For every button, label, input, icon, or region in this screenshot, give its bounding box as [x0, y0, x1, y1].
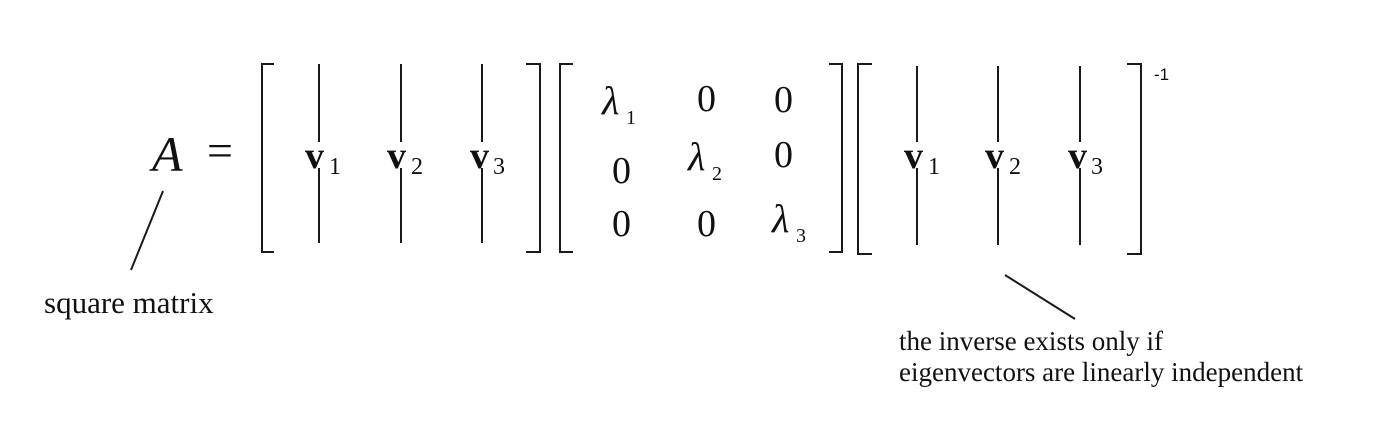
- eigenvector-column-3: v 3: [470, 64, 505, 243]
- matrix-entry-zero: 0: [697, 203, 716, 245]
- right-bracket: [1127, 63, 1142, 255]
- eigendecomposition-diagram: A = v 1 v 2 v 3 λ 1 0 0 0 λ 2 0 0 0 λ 3 …: [44, 63, 1304, 387]
- left-bracket: [857, 63, 872, 255]
- inverse-note-line-2: eigenvectors are linearly independent: [899, 357, 1304, 387]
- matrix-entry-zero: 0: [774, 134, 793, 176]
- vector-symbol: v: [904, 135, 923, 177]
- right-bracket: [526, 63, 541, 253]
- lambda-3: λ: [771, 196, 789, 241]
- inverse-column-2: v 2: [985, 66, 1021, 245]
- eigenvalue-matrix: λ 1 0 0 0 λ 2 0 0 0 λ 3: [559, 63, 843, 253]
- inverse-note-pointer: [1004, 274, 1076, 320]
- lambda-3-subscript: 3: [796, 225, 806, 247]
- eigenvector-column-1: v 1: [305, 64, 341, 243]
- inverse-column-1: v 1: [904, 66, 940, 245]
- matrix-entry-zero: 0: [612, 203, 631, 245]
- square-matrix-label: square matrix: [44, 285, 214, 320]
- lambda-1-subscript: 1: [626, 107, 636, 129]
- vector-subscript: 1: [329, 154, 341, 180]
- eigenvector-column-2: v 2: [387, 64, 423, 243]
- vector-subscript: 2: [411, 154, 423, 180]
- matrix-entry-zero: 0: [697, 78, 716, 120]
- vector-subscript: 2: [1009, 154, 1021, 180]
- vector-symbol: v: [1068, 135, 1087, 177]
- lambda-1: λ: [601, 78, 619, 123]
- vector-subscript: 3: [1091, 154, 1103, 180]
- matrix-entry-zero: 0: [612, 150, 631, 192]
- vector-symbol: v: [305, 135, 324, 177]
- vector-subscript: 3: [493, 154, 505, 180]
- left-bracket: [559, 63, 573, 253]
- vector-subscript: 1: [928, 154, 940, 180]
- vector-symbol: v: [387, 135, 406, 177]
- left-bracket: [261, 63, 274, 253]
- lambda-2-subscript: 2: [712, 163, 722, 185]
- inverse-note-line-1: the inverse exists only if: [899, 326, 1163, 356]
- equals-sign: =: [207, 125, 233, 176]
- inverse-exponent: -1: [1154, 65, 1169, 84]
- matrix-entry-zero: 0: [774, 79, 793, 121]
- lambda-2: λ: [687, 134, 705, 179]
- inverse-column-3: v 3: [1068, 66, 1103, 245]
- matrix-a-symbol: A: [149, 126, 183, 182]
- vector-symbol: v: [470, 135, 489, 177]
- square-matrix-pointer: [130, 190, 164, 271]
- inverse-eigenvector-matrix: v 1 v 2 v 3 -1: [857, 63, 1169, 255]
- eigenvector-matrix: v 1 v 2 v 3: [261, 63, 541, 253]
- vector-symbol: v: [985, 135, 1004, 177]
- right-bracket: [829, 63, 843, 253]
